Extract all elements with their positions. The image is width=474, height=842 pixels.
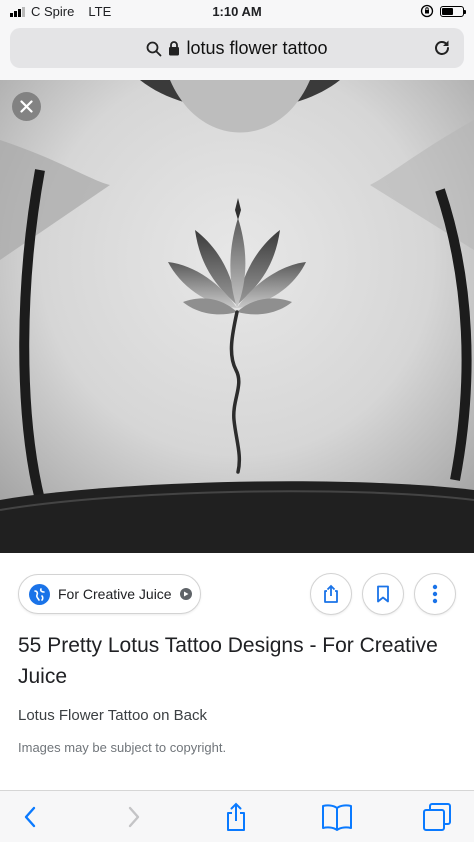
status-right bbox=[420, 4, 466, 18]
address-bar[interactable]: lotus flower tattoo bbox=[10, 28, 464, 68]
back-button[interactable] bbox=[18, 801, 42, 833]
source-chip[interactable]: For Creative Juice bbox=[18, 574, 201, 614]
lock-icon bbox=[169, 41, 180, 56]
more-options-button[interactable] bbox=[414, 573, 456, 615]
browser-toolbar bbox=[0, 790, 474, 842]
battery-icon bbox=[440, 5, 466, 17]
save-button[interactable] bbox=[362, 573, 404, 615]
bookmarks-button[interactable] bbox=[320, 801, 354, 833]
browser-share-button[interactable] bbox=[222, 801, 250, 833]
more-vertical-icon bbox=[432, 584, 438, 604]
lotus-tattoo-photo bbox=[0, 80, 474, 553]
share-button[interactable] bbox=[310, 573, 352, 615]
search-query: lotus flower tattoo bbox=[186, 38, 328, 58]
search-icon bbox=[147, 41, 162, 56]
copyright-notice: Images may be subject to copyright. bbox=[18, 740, 227, 755]
bookmark-icon bbox=[377, 585, 389, 603]
tabs-icon bbox=[423, 803, 451, 831]
result-title[interactable]: 55 Pretty Lotus Tattoo Designs - For Cre… bbox=[18, 630, 458, 692]
forward-button[interactable] bbox=[122, 801, 146, 833]
browser-url-area: lotus flower tattoo bbox=[0, 24, 474, 80]
open-book-icon bbox=[322, 804, 352, 831]
close-icon bbox=[20, 100, 33, 113]
status-bar: C Spire LTE 1:10 AM bbox=[0, 0, 474, 24]
reload-icon[interactable] bbox=[432, 38, 452, 58]
address-content: lotus flower tattoo bbox=[10, 38, 464, 59]
status-time: 1:10 AM bbox=[212, 4, 262, 19]
share-icon bbox=[324, 584, 338, 603]
result-subtitle: Lotus Flower Tattoo on Back bbox=[18, 707, 207, 724]
globe-icon bbox=[29, 583, 50, 605]
orientation-lock-icon bbox=[420, 4, 434, 18]
result-image[interactable] bbox=[0, 80, 474, 553]
tabs-button[interactable] bbox=[420, 801, 454, 833]
close-button[interactable] bbox=[12, 92, 41, 121]
arrow-right-icon bbox=[179, 588, 192, 600]
source-label: For Creative Juice bbox=[58, 586, 172, 602]
share-icon bbox=[227, 802, 245, 831]
chevron-left-icon bbox=[24, 806, 36, 828]
chevron-right-icon bbox=[128, 806, 140, 828]
